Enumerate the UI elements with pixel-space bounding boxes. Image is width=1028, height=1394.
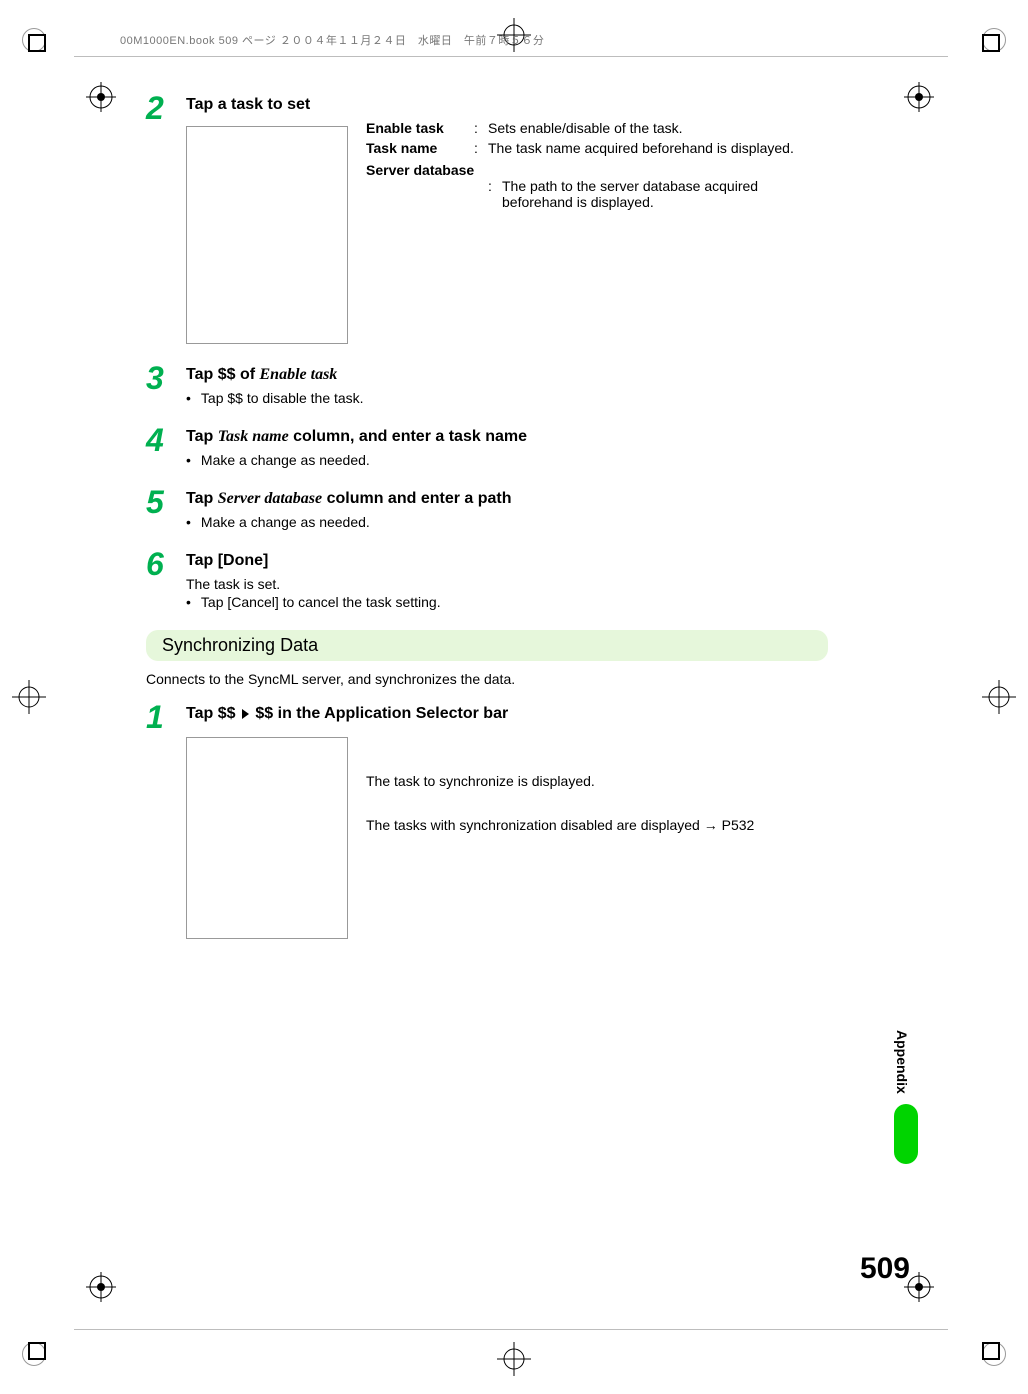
registration-tr-icon [904, 82, 934, 112]
step-title: Tap $$ of Enable task [186, 366, 826, 384]
step-number: 2 [146, 92, 186, 124]
bullet-text: Tap [Cancel] to cancel the task setting. [186, 594, 826, 610]
plain-text: The tasks with synchronization disabled … [366, 817, 826, 835]
title-text-post: $$ in the Application Selector bar [251, 705, 508, 722]
title-text-post: column and enter a path [322, 490, 511, 507]
step-title: Tap $$ $$ in the Application Selector ba… [186, 705, 826, 723]
line2-post: P532 [718, 817, 755, 833]
crosshair-left-icon [12, 680, 46, 714]
title-text-pre: Tap [186, 490, 218, 507]
title-text-ital: Task name [218, 428, 289, 445]
step-number: 1 [146, 701, 186, 733]
step-number: 3 [146, 362, 186, 394]
crop-mark-tr-icon [970, 22, 1012, 64]
registration-bl-icon [86, 1272, 116, 1302]
step-5: 5 Tap Server database column and enter a… [146, 486, 826, 530]
side-tab-label: Appendix [894, 1030, 910, 1094]
def-desc: The path to the server database acquired… [502, 178, 826, 210]
step-number: 6 [146, 548, 186, 580]
step-number: 5 [146, 486, 186, 518]
line2-pre: The tasks with synchronization disabled … [366, 817, 704, 833]
crosshair-bottom-icon [497, 1342, 531, 1376]
step-title: Tap Server database column and enter a p… [186, 490, 826, 508]
section-desc: Connects to the SyncML server, and synch… [146, 671, 826, 687]
bullet-text: Make a change as needed. [186, 452, 826, 468]
page-content: 2 Tap a task to set Enable task : Sets e… [146, 92, 826, 957]
registration-tl-icon [86, 82, 116, 112]
bullet-text: Tap $$ to disable the task. [186, 390, 826, 406]
title-text-pre: Tap $$ of [186, 366, 260, 383]
title-text-ital: Enable task [260, 366, 338, 383]
screenshot-placeholder [186, 126, 348, 344]
step-title: Tap a task to set [186, 96, 826, 114]
colon: : [488, 178, 502, 210]
crop-mark-bl-icon [16, 1330, 58, 1372]
definition-list: Enable task : Sets enable/disable of the… [366, 120, 826, 344]
def-term: Enable task [366, 120, 474, 136]
step-title: Tap Task name column, and enter a task n… [186, 428, 826, 446]
step-3: 3 Tap $$ of Enable task Tap $$ to disabl… [146, 362, 826, 406]
bullet-text: Make a change as needed. [186, 514, 826, 530]
def-desc: Sets enable/disable of the task. [488, 120, 826, 136]
crop-mark-tl-icon [16, 22, 58, 64]
page-number: 509 [860, 1252, 910, 1286]
arrow-icon: → [704, 819, 718, 834]
side-tab: Appendix [894, 1030, 918, 1164]
step-4: 4 Tap Task name column, and enter a task… [146, 424, 826, 468]
colon: : [474, 140, 488, 156]
step-2: 2 Tap a task to set Enable task : Sets e… [146, 92, 826, 344]
title-text-pre: Tap [186, 428, 218, 445]
step-title: Tap [Done] [186, 552, 826, 570]
crop-mark-br-icon [970, 1330, 1012, 1372]
triangle-icon [242, 709, 249, 719]
screenshot-placeholder [186, 737, 348, 939]
step-number: 4 [146, 424, 186, 456]
title-text-pre: Tap $$ [186, 705, 240, 722]
section-heading: Synchronizing Data [146, 630, 828, 661]
page-header-metadata: 00M1000EN.book 509 ページ ２００４年１１月２４日 水曜日 午… [120, 32, 544, 48]
title-text-post: column, and enter a task name [289, 428, 527, 445]
def-desc: The task name acquired beforehand is dis… [488, 140, 826, 156]
def-term: Task name [366, 140, 474, 156]
crosshair-right-icon [982, 680, 1016, 714]
plain-text: The task is set. [186, 576, 826, 592]
plain-text: The task to synchronize is displayed. [366, 773, 826, 789]
colon: : [474, 120, 488, 136]
step-6: 6 Tap [Done] The task is set. Tap [Cance… [146, 548, 826, 610]
side-tab-pill [894, 1104, 918, 1164]
title-text-ital: Server database [218, 490, 322, 507]
def-term: Server database [366, 162, 826, 178]
sync-step-1: 1 Tap $$ $$ in the Application Selector … [146, 701, 826, 939]
